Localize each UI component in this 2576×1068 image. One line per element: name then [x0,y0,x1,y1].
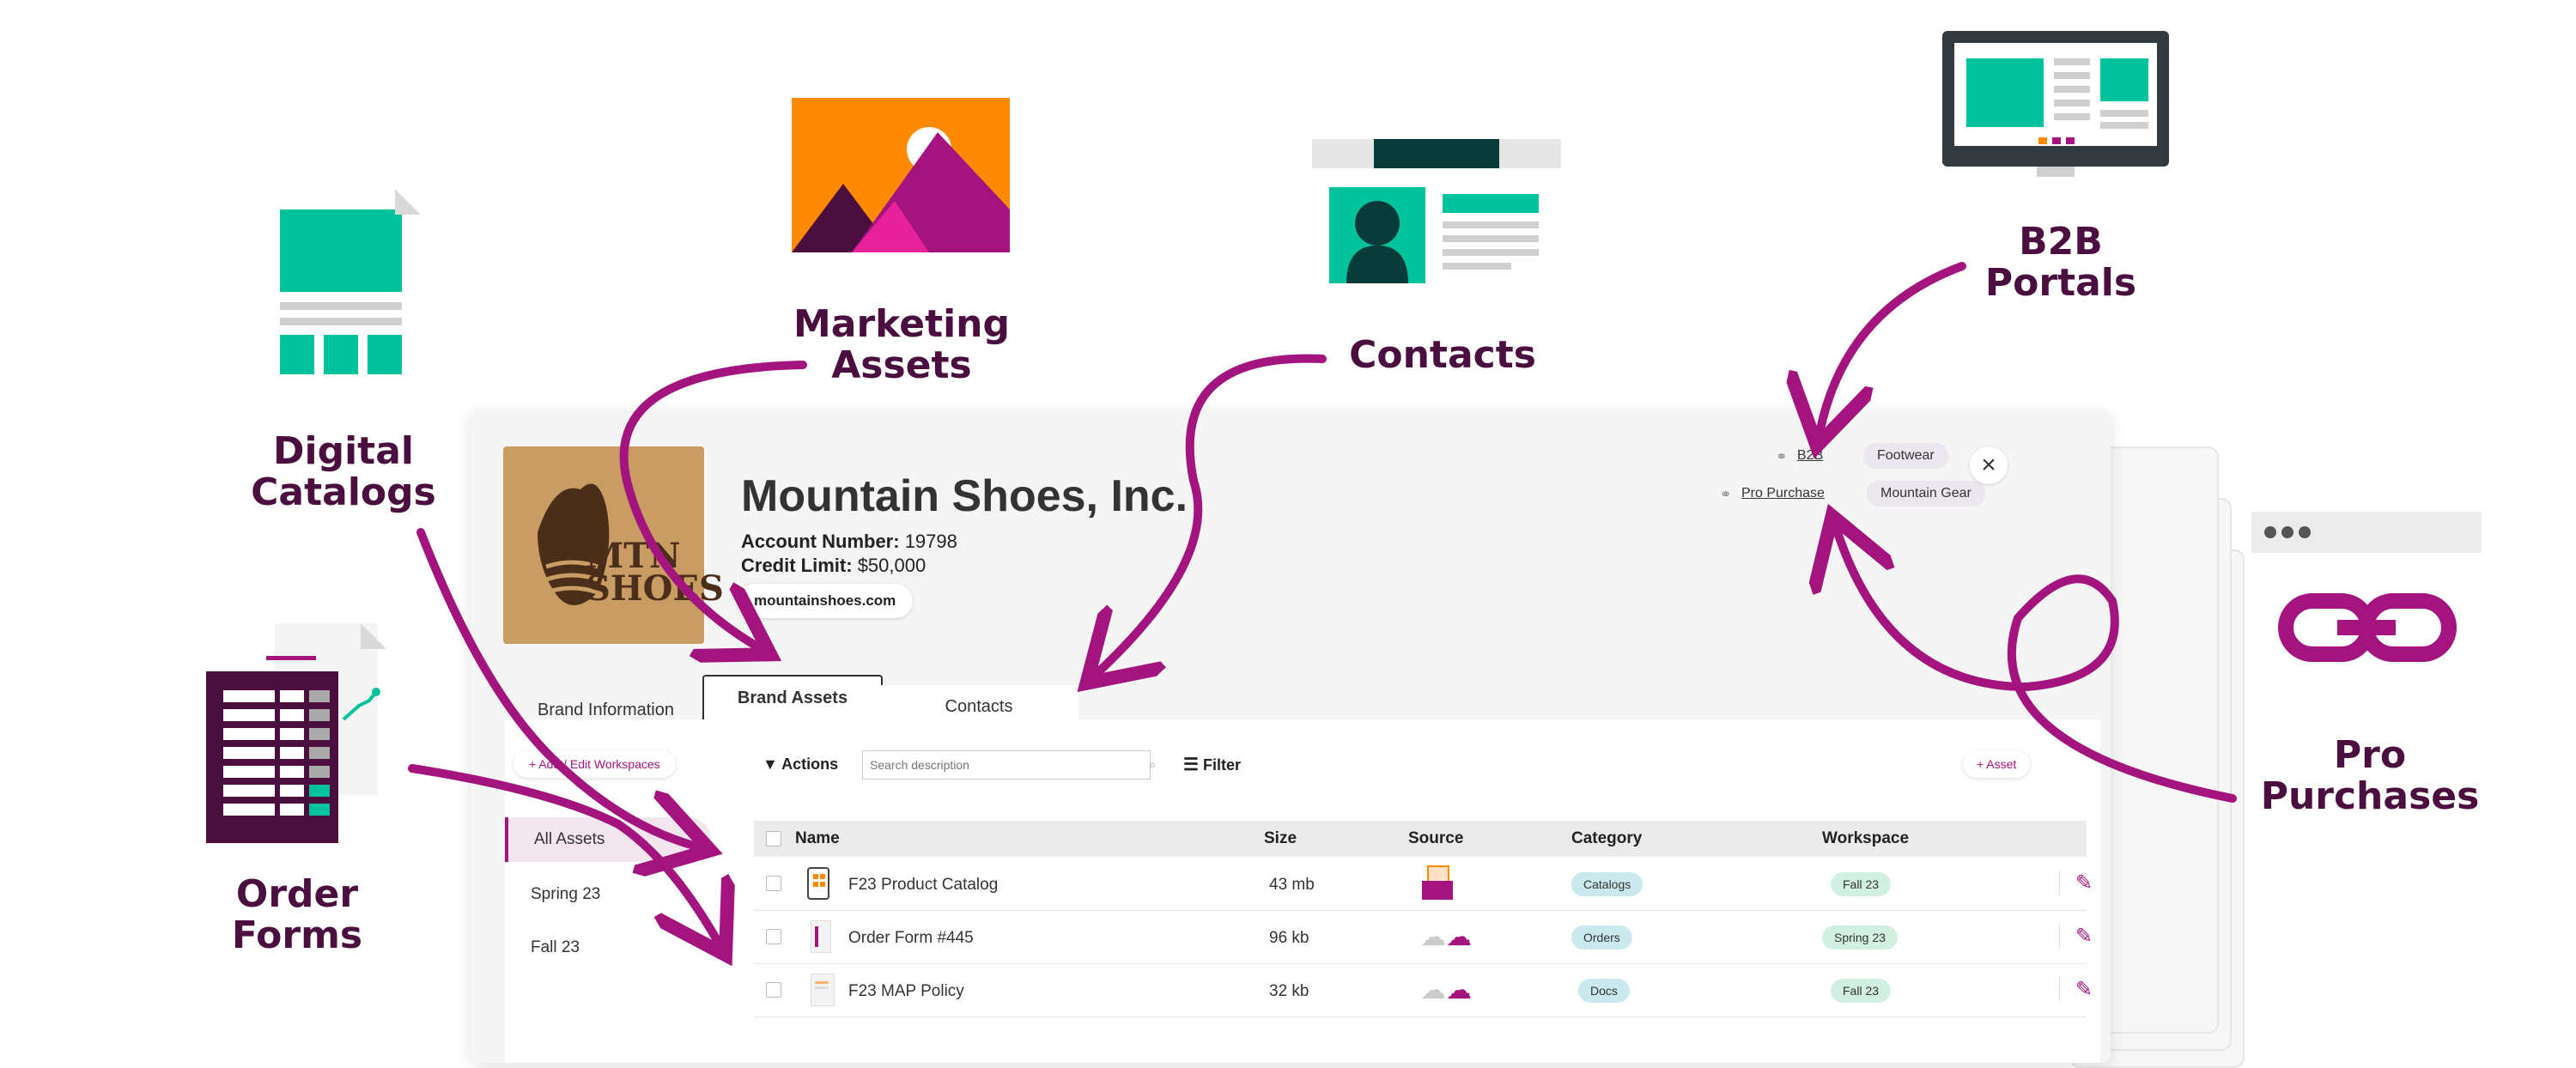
arrow-order-forms [408,764,717,940]
arrow-contacts [1099,354,1327,671]
arrows-overlay [408,262,2237,1021]
arrow-pro-purchases [1838,532,2237,803]
arrow-b2b-portals [1820,262,1966,429]
arrow-marketing-assets [619,361,807,646]
